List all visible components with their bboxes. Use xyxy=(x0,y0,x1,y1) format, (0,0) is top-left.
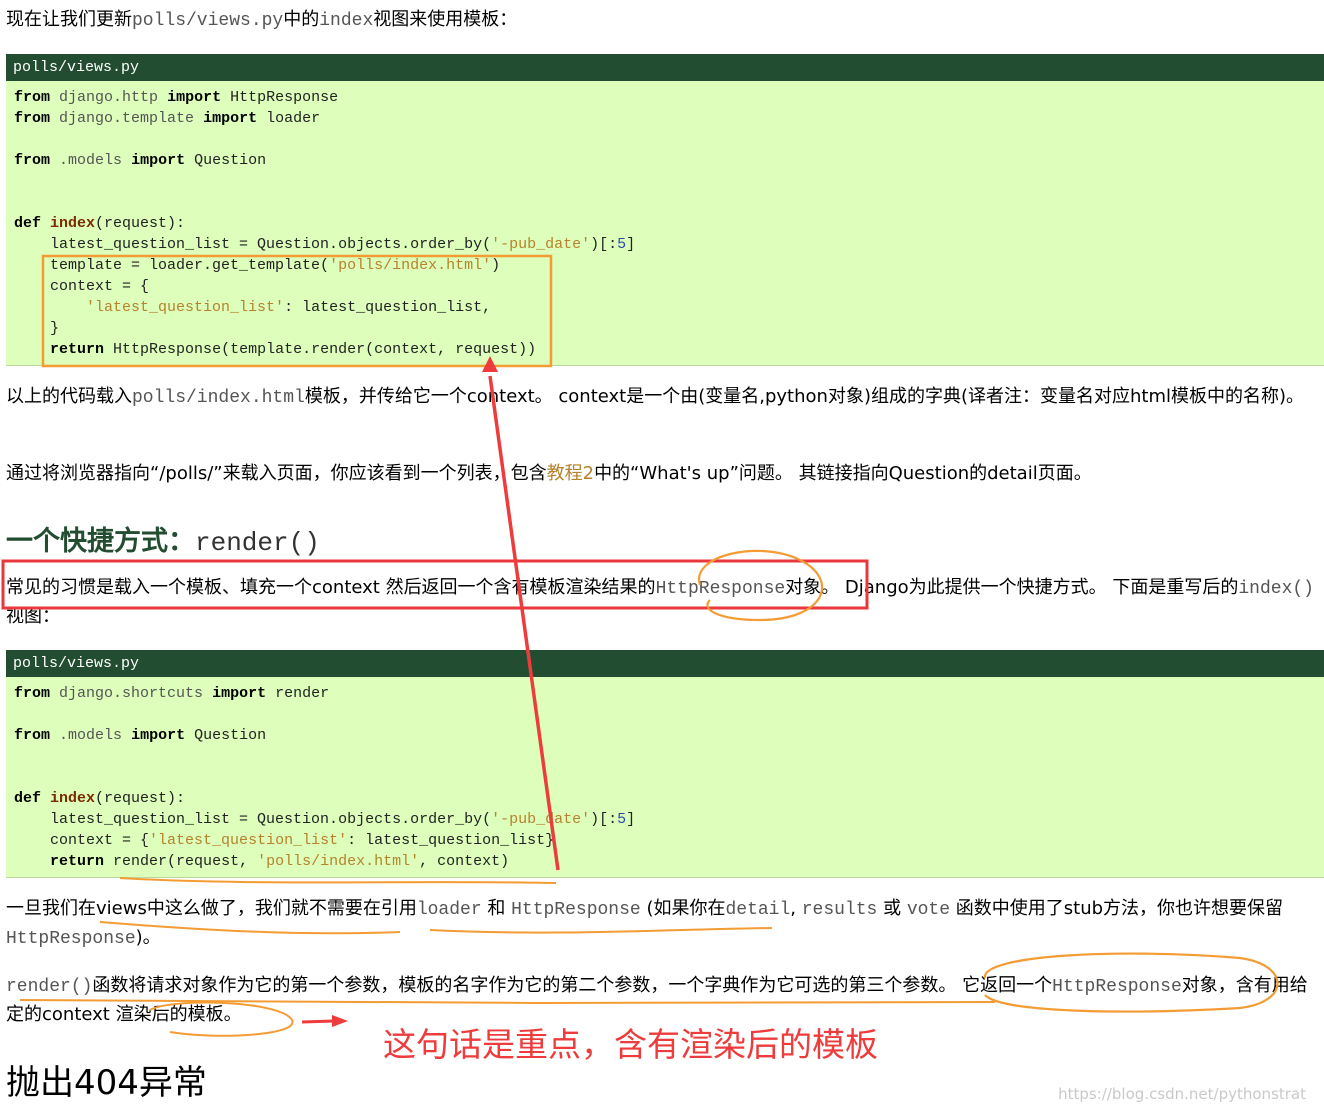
code-block-views-1: polls/views.py from django.http import H… xyxy=(6,54,1324,366)
intro-text: 视图来使用模板： xyxy=(373,9,518,30)
code-line: def index(request): xyxy=(14,215,186,232)
intro-paragraph: 现在让我们更新polls/views.py中的index视图来使用模板： xyxy=(6,6,1322,35)
tutorial-2-link[interactable]: 教程2 xyxy=(547,463,594,484)
code-block-views-2: polls/views.py from django.shortcuts imp… xyxy=(6,650,1324,878)
paragraph-browser: 通过将浏览器指向“/polls/”来载入页面，你应该看到一个列表，包含教程2中的… xyxy=(6,463,1092,484)
orange-underline-code xyxy=(119,877,557,884)
inline-code: index() xyxy=(1238,579,1314,599)
code-block-body: from django.shortcuts import render from … xyxy=(6,677,1324,872)
code-line: return render(request, 'polls/index.html… xyxy=(50,853,510,870)
code-line: template = loader.get_template('polls/in… xyxy=(50,257,501,274)
code-line: from django.http import HttpResponse xyxy=(14,89,339,106)
annotation-note: 这句话是重点，含有渲染后的模板 xyxy=(383,1025,878,1064)
code-line: from .models import Question xyxy=(14,152,267,169)
section-heading-404: 抛出404异常 xyxy=(6,1063,207,1103)
code-line: return HttpResponse(template.render(cont… xyxy=(50,341,537,358)
paragraph-shortcut: 常见的习惯是载入一个模板、填充一个context 然后返回一个含有模板渲染结果的… xyxy=(6,577,1314,627)
section-heading-render-shortcut: 一个快捷方式：render() xyxy=(6,526,320,558)
inline-code: index xyxy=(319,11,374,31)
code-line: } xyxy=(50,320,60,337)
code-line: def index(request): xyxy=(14,790,186,807)
code-line: from .models import Question xyxy=(14,727,267,744)
code-line: latest_question_list = Question.objects.… xyxy=(50,236,636,253)
code-block-filename: polls/views.py xyxy=(6,54,1324,81)
code-line: 'latest_question_list': latest_question_… xyxy=(86,299,492,316)
watermark: https://blog.csdn.net/pythonstrat xyxy=(1058,1085,1306,1103)
code-block-filename: polls/views.py xyxy=(6,650,1324,677)
intro-text: 中的 xyxy=(283,9,320,30)
code-line: latest_question_list = Question.objects.… xyxy=(50,811,636,828)
code-line: context = { xyxy=(50,278,150,295)
code-line: context = {'latest_question_list': lates… xyxy=(50,832,555,849)
paragraph-no-loader: 一旦我们在views中这么做了，我们就不需要在引用loader 和 HttpRe… xyxy=(6,898,1284,949)
inline-code: polls/index.html xyxy=(132,388,305,408)
inline-code: HttpResponse xyxy=(655,579,786,599)
code-line: from django.shortcuts import render xyxy=(14,685,330,702)
inline-code: polls/views.py xyxy=(132,11,284,31)
paragraph-render-explained: render()函数将请求对象作为它的第一个参数，模板的名字作为它的第二个参数，… xyxy=(6,975,1308,1025)
code-line: from django.template import loader xyxy=(14,110,321,127)
code-block-body: from django.http import HttpResponse from… xyxy=(6,81,1324,360)
intro-text: 现在让我们更新 xyxy=(6,9,132,30)
paragraph-context: 以上的代码载入polls/index.html模板，并传给它一个context。… xyxy=(6,386,1305,408)
